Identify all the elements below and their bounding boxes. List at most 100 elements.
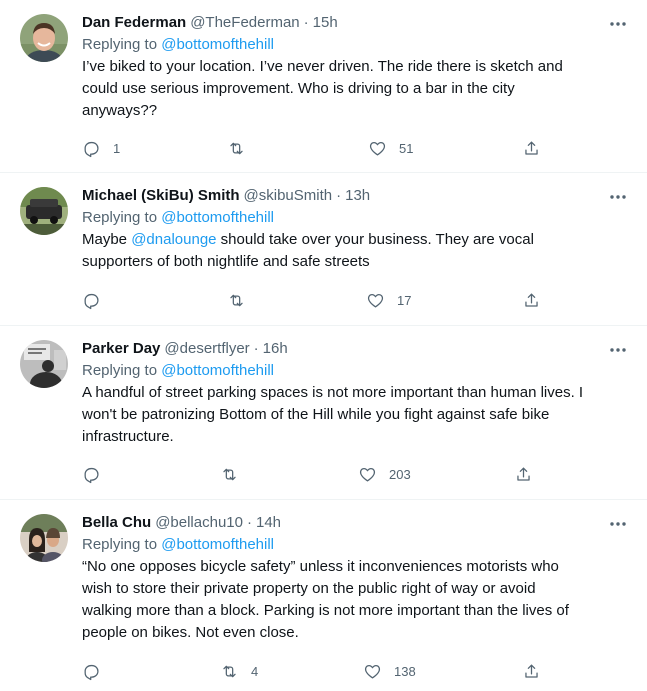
tweet-text-line: won't be patronizing Bottom of the Hill … xyxy=(82,406,550,423)
replying-to: Replying to @bottomofthehill xyxy=(82,34,631,56)
tweet-text-line: anyways?? xyxy=(82,102,158,119)
action-bar: 203 xyxy=(82,461,631,487)
author-name[interactable]: Bella Chu xyxy=(82,512,151,534)
replying-handle-link[interactable]: @bottomofthehill xyxy=(161,209,274,226)
author-handle[interactable]: @skibuSmith xyxy=(244,185,333,207)
share-button[interactable] xyxy=(522,287,541,313)
retweet-button[interactable] xyxy=(227,135,258,161)
more-options-icon[interactable] xyxy=(605,514,631,534)
share-icon xyxy=(525,664,538,678)
reply-button[interactable] xyxy=(82,658,113,684)
retweet-icon xyxy=(230,294,243,306)
tweet[interactable]: Parker Day @desertflyer · 16h Replying t… xyxy=(0,326,647,500)
heart-icon xyxy=(369,141,386,155)
author-name[interactable]: Parker Day xyxy=(82,338,160,360)
reply-icon xyxy=(84,141,99,157)
replying-label: Replying to xyxy=(82,362,158,379)
reply-button[interactable]: 1 xyxy=(82,135,120,161)
mention-link[interactable]: @dnalounge xyxy=(131,231,216,248)
retweet-icon xyxy=(230,142,243,154)
heart-icon xyxy=(367,293,384,307)
tweet[interactable]: Michael (SkiBu) Smith @skibuSmith · 13h … xyxy=(0,173,647,326)
tweet[interactable]: Bella Chu @bellachu10 · 14h Replying to … xyxy=(0,500,647,691)
author-name[interactable]: Dan Federman xyxy=(82,12,186,34)
more-options-icon[interactable] xyxy=(605,340,631,360)
tweet-text-line: walking more than a block. Parking is no… xyxy=(82,602,569,619)
action-bar: 17 xyxy=(82,287,631,313)
reply-icon xyxy=(84,293,99,309)
tweet-text-line: I’ve biked to your location. I’ve never … xyxy=(82,58,563,75)
action-bar: 4 138 xyxy=(82,658,631,684)
retweet-button[interactable]: 4 xyxy=(220,658,258,684)
more-options-icon[interactable] xyxy=(605,187,631,207)
share-icon xyxy=(517,467,530,481)
separator-dot: · xyxy=(303,14,309,31)
text-segment: Maybe xyxy=(82,231,132,248)
avatar[interactable] xyxy=(20,14,68,62)
like-count: 51 xyxy=(399,140,414,156)
heart-icon xyxy=(359,467,376,481)
share-icon xyxy=(525,293,538,307)
share-button[interactable] xyxy=(514,461,533,487)
replying-handle-link[interactable]: @bottomofthehill xyxy=(161,362,274,379)
share-button[interactable] xyxy=(522,658,541,684)
reply-button[interactable] xyxy=(82,461,113,487)
separator-dot: · xyxy=(336,187,342,204)
tweet-text: “No one opposes bicycle safety” unless i… xyxy=(82,556,631,644)
timestamp[interactable]: 14h xyxy=(256,512,281,534)
tweet-text-line: Maybe @dnalounge should take over your b… xyxy=(82,229,631,251)
avatar[interactable] xyxy=(20,514,68,562)
tweet-text-line: “No one opposes bicycle safety” unless i… xyxy=(82,558,559,575)
replying-label: Replying to xyxy=(82,209,158,226)
timestamp[interactable]: 16h xyxy=(263,338,288,360)
replying-handle-link[interactable]: @bottomofthehill xyxy=(161,536,274,553)
author-handle[interactable]: @bellachu10 xyxy=(155,512,243,534)
tweet-text: A handful of street parking spaces is no… xyxy=(82,382,631,448)
like-button[interactable]: 203 xyxy=(358,461,411,487)
retweet-button[interactable] xyxy=(220,461,251,487)
separator-dot: · xyxy=(246,514,252,531)
tweet-text-line: could use serious improvement. Who is dr… xyxy=(82,80,515,97)
heart-icon xyxy=(364,664,381,678)
replying-to: Replying to @bottomofthehill xyxy=(82,534,631,556)
replying-to: Replying to @bottomofthehill xyxy=(82,360,631,382)
tweet-text: I’ve biked to your location. I’ve never … xyxy=(82,56,631,122)
like-count: 17 xyxy=(397,292,412,308)
avatar[interactable] xyxy=(20,340,68,388)
reply-button[interactable] xyxy=(82,287,113,313)
author-handle[interactable]: @TheFederman xyxy=(190,12,299,34)
text-segment: should take over your business. They are… xyxy=(216,231,534,248)
tweet-text: Maybe @dnalounge should take over your b… xyxy=(82,229,631,273)
share-button[interactable] xyxy=(522,135,541,161)
like-count: 138 xyxy=(394,663,416,679)
timestamp[interactable]: 13h xyxy=(345,185,370,207)
retweet-icon xyxy=(223,468,236,480)
separator-dot: · xyxy=(253,340,259,357)
share-icon xyxy=(525,141,538,155)
tweet-text-line: supporters of both nightlife and safe st… xyxy=(82,253,370,270)
author-name[interactable]: Michael (SkiBu) Smith xyxy=(82,185,240,207)
author-handle[interactable]: @desertflyer xyxy=(164,338,249,360)
tweet-text-line: people on bikes. Not even close. xyxy=(82,624,299,641)
retweet-count: 4 xyxy=(251,663,259,679)
tweet-text-line: wish to store their private property on … xyxy=(82,580,536,597)
like-count: 203 xyxy=(389,466,411,482)
reply-icon xyxy=(84,664,99,680)
more-options-icon[interactable] xyxy=(605,14,631,34)
avatar[interactable] xyxy=(20,187,68,235)
like-button[interactable]: 51 xyxy=(368,135,413,161)
replying-label: Replying to xyxy=(82,36,158,53)
tweet-text-line: A handful of street parking spaces is no… xyxy=(82,384,584,401)
timestamp[interactable]: 15h xyxy=(313,12,338,34)
replying-label: Replying to xyxy=(82,536,158,553)
reply-icon xyxy=(84,467,99,483)
retweet-button[interactable] xyxy=(227,287,258,313)
replying-to: Replying to @bottomofthehill xyxy=(82,207,631,229)
retweet-icon xyxy=(223,665,236,677)
replying-handle-link[interactable]: @bottomofthehill xyxy=(161,36,274,53)
reply-count: 1 xyxy=(113,140,121,156)
tweet[interactable]: Dan Federman @TheFederman · 15h Replying… xyxy=(0,0,647,173)
like-button[interactable]: 17 xyxy=(366,287,411,313)
tweet-text-line: infrastructure. xyxy=(82,428,174,445)
like-button[interactable]: 138 xyxy=(363,658,416,684)
